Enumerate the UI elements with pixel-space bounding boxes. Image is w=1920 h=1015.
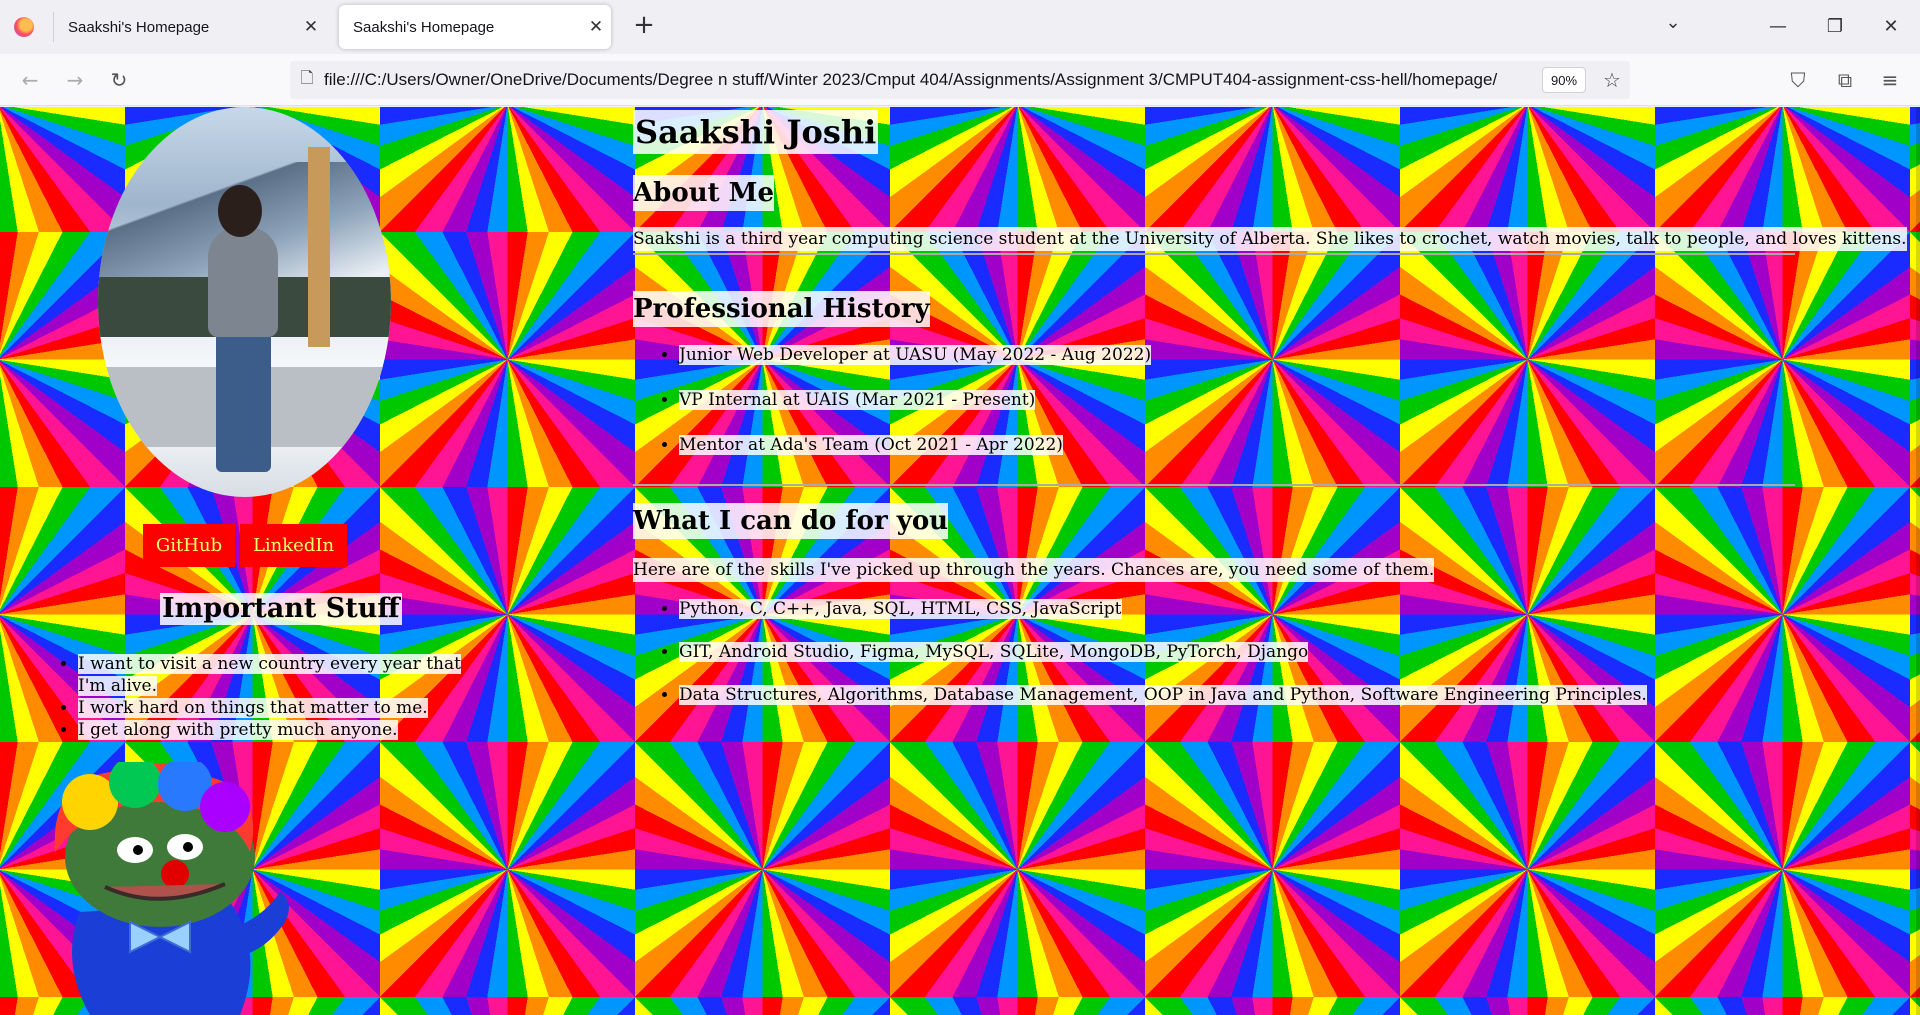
skills-list: Python, C, C++, Java, SQL, HTML, CSS, Ja… (679, 597, 1647, 726)
navigation-toolbar: ← → ↻ 🗋 file:///C:/Users/Owner/OneDrive/… (0, 54, 1920, 106)
list-item-text: I get along with pretty much anyone. (78, 720, 398, 740)
tab-saakshis-homepage-2[interactable]: Saakshi's Homepage ✕ (339, 5, 611, 49)
firefox-icon[interactable] (14, 17, 34, 37)
chevron-down-icon[interactable]: ⌄ (1658, 12, 1688, 42)
github-button[interactable]: GitHub (143, 524, 235, 567)
profile-photo (98, 107, 391, 497)
close-icon[interactable]: ✕ (296, 17, 326, 37)
photo-person (218, 185, 262, 237)
list-item-text: GIT, Android Studio, Figma, MySQL, SQLit… (679, 642, 1309, 662)
pepe-pupil (183, 842, 193, 852)
scrollbar[interactable] (1916, 107, 1920, 1015)
pocket-icon[interactable]: ⛉ (1782, 64, 1814, 96)
section-divider (633, 253, 1795, 255)
url-text[interactable]: file:///C:/Users/Owner/OneDrive/Document… (324, 70, 1542, 90)
close-icon[interactable]: ✕ (581, 17, 611, 37)
list-item: Python, C, C++, Java, SQL, HTML, CSS, Ja… (679, 597, 1647, 621)
list-item: Mentor at Ada's Team (Oct 2021 - Apr 202… (679, 433, 1151, 457)
skills-intro-text: Here are of the skills I've picked up th… (633, 558, 1435, 582)
about-me-heading: About Me (633, 175, 774, 211)
star-icon[interactable]: ☆ (1594, 68, 1630, 92)
pepe-wig (200, 782, 250, 832)
pepe-pupil (133, 845, 143, 855)
list-item-text: VP Internal at UAIS (Mar 2021 - Present) (679, 390, 1036, 410)
list-item-text: Python, C, C++, Java, SQL, HTML, CSS, Ja… (679, 599, 1122, 619)
about-me-text: Saakshi is a third year computing scienc… (633, 227, 1907, 251)
tab-saakshis-homepage-1[interactable]: Saakshi's Homepage ✕ (54, 5, 326, 49)
list-item-text: Junior Web Developer at UASU (May 2022 -… (679, 345, 1152, 365)
list-item-text: I work hard on things that matter to me. (78, 698, 428, 718)
professional-history-heading: Professional History (633, 291, 930, 327)
list-item: Data Structures, Algorithms, Database Ma… (679, 683, 1647, 707)
menu-icon[interactable]: ≡ (1874, 64, 1906, 96)
back-icon[interactable]: ← (14, 64, 46, 96)
list-item: I work hard on things that matter to me. (78, 697, 463, 719)
pepe-nose (161, 860, 189, 888)
tab-title: Saakshi's Homepage (353, 18, 495, 36)
important-stuff-list: I want to visit a new country every year… (78, 653, 463, 741)
restore-icon[interactable]: ❐ (1812, 10, 1858, 44)
extensions-icon[interactable]: ⧉ (1829, 64, 1861, 96)
minimize-icon[interactable]: — (1755, 10, 1801, 44)
photo-person (216, 332, 271, 472)
close-icon[interactable]: ✕ (1868, 10, 1914, 44)
linkedin-button[interactable]: LinkedIn (240, 524, 347, 567)
list-item: GIT, Android Studio, Figma, MySQL, SQLit… (679, 640, 1647, 664)
skills-heading: What I can do for you (633, 503, 949, 539)
list-item: VP Internal at UAIS (Mar 2021 - Present) (679, 388, 1151, 412)
photo-signpost (308, 147, 330, 347)
list-item-text: Mentor at Ada's Team (Oct 2021 - Apr 202… (679, 435, 1063, 455)
page-viewport: GitHub LinkedIn Important Stuff I want t… (0, 107, 1920, 1015)
plus-icon[interactable]: + (628, 10, 660, 42)
important-stuff-heading: Important Stuff (160, 593, 402, 625)
list-item: Junior Web Developer at UASU (May 2022 -… (679, 343, 1152, 367)
photo-person (208, 227, 278, 337)
tab-strip: Saakshi's Homepage ✕ Saakshi's Homepage … (0, 0, 1920, 54)
page-icon[interactable]: 🗋 (290, 67, 324, 94)
tab-title: Saakshi's Homepage (68, 18, 210, 36)
reload-icon[interactable]: ↻ (103, 64, 135, 96)
list-item: I get along with pretty much anyone. (78, 719, 463, 741)
professional-history-list: Junior Web Developer at UASU (May 2022 -… (679, 343, 1152, 478)
page-title: Saakshi Joshi (633, 110, 879, 154)
section-divider (633, 484, 1795, 486)
address-bar[interactable]: 🗋 file:///C:/Users/Owner/OneDrive/Docume… (290, 61, 1630, 99)
zoom-level-button[interactable]: 90% (1542, 67, 1586, 93)
forward-icon[interactable]: → (59, 64, 91, 96)
clown-pepe-image (54, 762, 289, 1015)
list-item-text: I want to visit a new country every year… (78, 654, 461, 696)
list-item-text: Data Structures, Algorithms, Database Ma… (679, 685, 1647, 705)
list-item: I want to visit a new country every year… (78, 653, 463, 697)
